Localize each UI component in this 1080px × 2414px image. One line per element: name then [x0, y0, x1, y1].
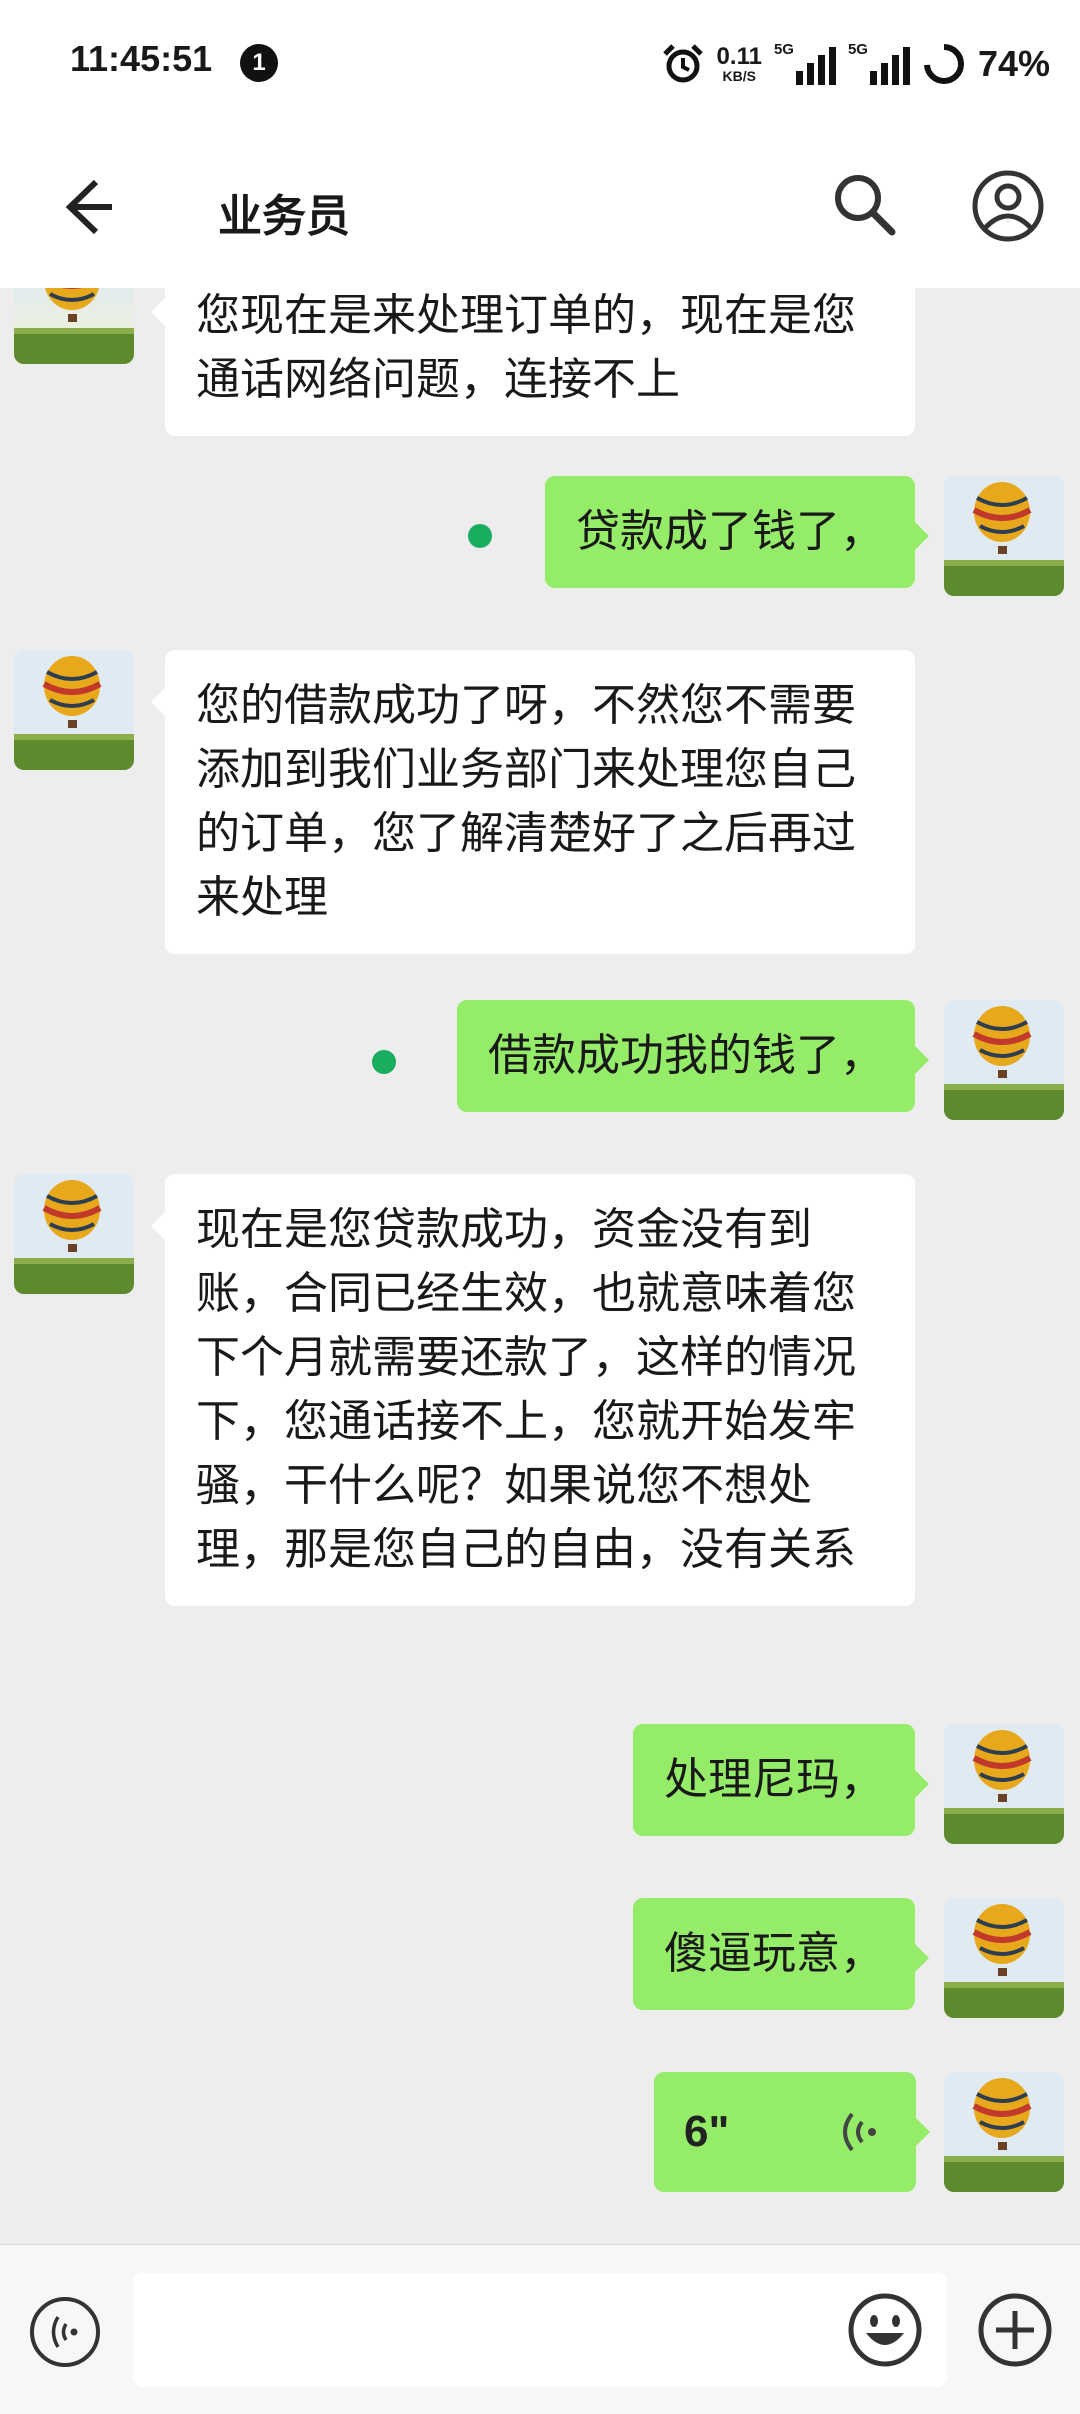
hot-air-balloon-avatar — [14, 288, 134, 364]
signal-icon: 5G — [773, 41, 836, 85]
message-text: 您的借款成功了呀，不然您不需要添加到我们业务部门来处理您自己的订单，您了解清楚好… — [196, 680, 856, 923]
my-avatar[interactable] — [944, 1898, 1064, 2018]
incoming-message-bubble[interactable]: 您现在是来处理订单的，现在是您通话网络问题，连接不上 — [151, 288, 915, 436]
message-composer — [0, 2244, 1080, 2414]
incoming-message-bubble[interactable]: 现在是您贷款成功，资金没有到账，合同已经生效，也就意味着您下个月就需要还款了，这… — [151, 1174, 915, 1606]
network-speed-value: 0.11 — [716, 43, 762, 70]
my-avatar[interactable] — [944, 476, 1064, 596]
more-options-button[interactable] — [976, 2291, 1054, 2369]
contact-avatar[interactable] — [14, 288, 134, 364]
search-button[interactable] — [828, 168, 900, 240]
battery-level: 74% — [977, 43, 1050, 84]
network-speed: 0.11 KB/S — [716, 43, 762, 84]
message-text: 现在是您贷款成功，资金没有到账，合同已经生效，也就意味着您下个月就需要还款了，这… — [196, 1204, 856, 1575]
my-avatar[interactable] — [944, 1724, 1064, 1844]
outgoing-message-bubble[interactable]: 贷款成了钱了， — [545, 476, 929, 588]
signal-icon-sim2: 5G — [847, 41, 910, 85]
back-button[interactable] — [50, 172, 120, 242]
status-time: 11:45:51 — [70, 38, 213, 79]
outgoing-message-bubble[interactable]: 借款成功我的钱了， — [457, 1000, 929, 1112]
hot-air-balloon-avatar — [944, 1898, 1064, 2018]
my-avatar[interactable] — [944, 1000, 1064, 1120]
message-text: 贷款成了钱了， — [576, 506, 884, 557]
chat-info-button[interactable] — [970, 168, 1046, 244]
message-text: 您现在是来处理订单的，现在是您通话网络问题，连接不上 — [196, 290, 856, 405]
voice-mode-icon — [30, 2297, 100, 2367]
emoji-button[interactable] — [846, 2291, 924, 2369]
search-icon — [835, 175, 896, 236]
contact-avatar[interactable] — [14, 650, 134, 770]
incoming-message-bubble[interactable]: 您的借款成功了呀，不然您不需要添加到我们业务部门来处理您自己的订单，您了解清楚好… — [151, 650, 915, 954]
chat-title: 业务员 — [218, 191, 350, 242]
hot-air-balloon-avatar — [944, 1000, 1064, 1120]
outgoing-voice-message[interactable]: 6" — [654, 2072, 930, 2192]
chat-header: 业务员 — [0, 130, 1080, 288]
chat-messages[interactable]: 您现在是来处理订单的，现在是您通话网络问题，连接不上 贷款成了钱了， 您的借款成… — [0, 288, 1080, 2244]
plus-circle-icon — [978, 2293, 1052, 2367]
hot-air-balloon-avatar — [944, 1724, 1064, 1844]
status-bar: 11:45:51 1 0.11 KB/S 5G 5G 74% — [0, 0, 1080, 130]
notification-badge: 1 — [240, 44, 278, 82]
message-input[interactable] — [133, 2273, 947, 2387]
arrow-left-icon — [65, 179, 112, 235]
hot-air-balloon-avatar — [14, 1174, 134, 1294]
message-text: 傻逼玩意， — [664, 1928, 884, 1979]
sim2-network-tag: 5G — [847, 41, 868, 58]
sim1-network-tag: 5G — [773, 41, 794, 58]
network-speed-unit: KB/S — [722, 68, 756, 84]
outgoing-message-bubble[interactable]: 傻逼玩意， — [633, 1898, 929, 2010]
outgoing-message-bubble[interactable]: 处理尼玛， — [633, 1724, 929, 1836]
status-indicators: 0.11 KB/S 5G 5G 74% — [661, 36, 1050, 92]
my-avatar[interactable] — [944, 2072, 1064, 2192]
hot-air-balloon-avatar — [944, 476, 1064, 596]
contact-avatar[interactable] — [14, 1174, 134, 1294]
hot-air-balloon-avatar — [14, 650, 134, 770]
sent-indicator-dot — [468, 524, 492, 548]
person-circle-icon — [972, 170, 1044, 242]
hot-air-balloon-avatar — [944, 2072, 1064, 2192]
message-text: 处理尼玛， — [664, 1754, 884, 1805]
sent-indicator-dot — [372, 1050, 396, 1074]
voice-mode-button[interactable] — [28, 2295, 102, 2369]
voice-wave-icon — [843, 2112, 876, 2152]
battery-ring-icon — [923, 44, 964, 84]
alarm-icon — [662, 44, 703, 83]
voice-duration: 6" — [684, 2107, 730, 2156]
message-text: 借款成功我的钱了， — [488, 1030, 884, 1081]
emoji-icon — [848, 2293, 922, 2367]
